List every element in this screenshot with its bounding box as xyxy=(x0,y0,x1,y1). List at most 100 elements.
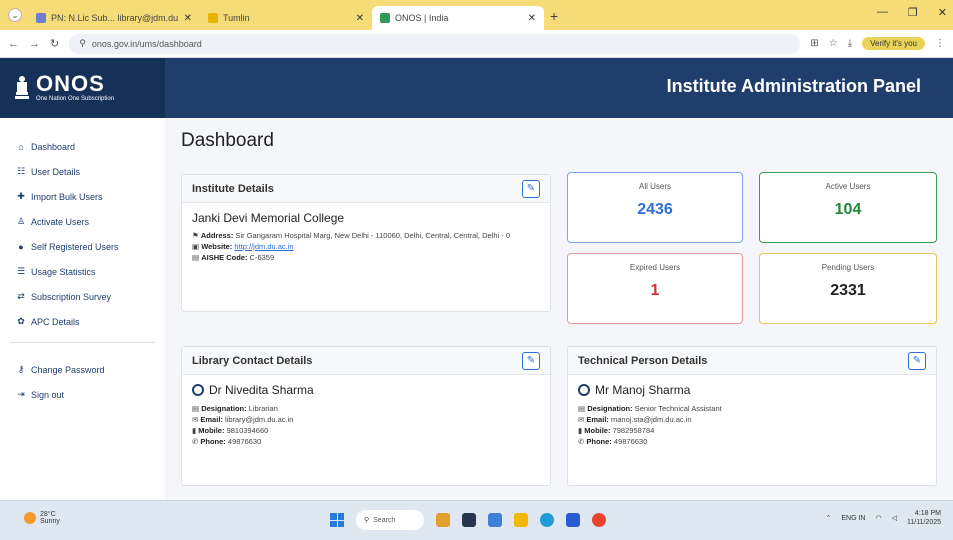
download-icon[interactable]: ⤓ xyxy=(848,38,852,49)
edit-library-contact-button[interactable]: ✎ xyxy=(522,351,540,370)
task-view-icon[interactable] xyxy=(462,513,476,527)
id-card-icon: ▤ xyxy=(578,404,586,413)
phone-icon: ✆ xyxy=(192,437,199,446)
sidebar-item-usage-statistics[interactable]: ☰ Usage Statistics xyxy=(0,259,165,284)
windows-start-icon[interactable] xyxy=(330,513,344,527)
logo[interactable]: ONOS One Nation One Subscription xyxy=(0,58,165,118)
website-link[interactable]: http://jdm.du.ac.in xyxy=(234,242,293,251)
translate-icon[interactable]: ⊞ xyxy=(810,38,818,49)
mobile-value: 9810394660 xyxy=(226,426,269,435)
designation-label: Designation: xyxy=(201,404,247,413)
stat-value: 1 xyxy=(650,282,660,299)
phone-line: ✆ Phone: 49876630 xyxy=(192,436,540,447)
designation-label: Designation: xyxy=(587,404,633,413)
card-title: Library Contact Details xyxy=(192,354,313,367)
logo-title: ONOS xyxy=(36,71,105,96)
card-header: Technical Person Details ✎ xyxy=(568,347,936,375)
edit-technical-person-button[interactable]: ✎ xyxy=(908,351,926,370)
minimize-icon[interactable]: — xyxy=(877,6,888,19)
sidebar-item-label: Import Bulk Users xyxy=(31,191,103,202)
maximize-icon[interactable]: ❐ xyxy=(908,6,918,19)
close-tab-icon[interactable]: ✕ xyxy=(184,13,192,24)
mobile-label: Mobile: xyxy=(198,426,225,435)
app-icon[interactable] xyxy=(488,513,502,527)
sidebar-item-subscription-survey[interactable]: ⇄ Subscription Survey xyxy=(0,284,165,309)
close-tab-icon[interactable]: ✕ xyxy=(528,13,536,24)
search-placeholder: Search xyxy=(373,516,396,524)
bookmark-star-icon[interactable]: ☆ xyxy=(829,38,838,49)
sidebar-item-user-details[interactable]: ☷ User Details xyxy=(0,159,165,184)
aishe-value: C-6359 xyxy=(249,253,275,262)
toolbar-right: ⊞ ☆ ⤓ Verify it's you ⋮ xyxy=(810,37,945,50)
taskbar-search[interactable]: ⚲ Search xyxy=(356,510,424,530)
sidebar-item-dashboard[interactable]: ⌂ Dashboard xyxy=(0,134,165,159)
phone-value: 49876630 xyxy=(227,437,262,446)
card-title: Technical Person Details xyxy=(578,354,708,367)
sidebar-item-self-registered-users[interactable]: ● Self Registered Users xyxy=(0,234,165,259)
browser-tab-2[interactable]: Tumlin ✕ xyxy=(200,6,372,30)
clock-date: 11/11/2025 xyxy=(907,519,941,526)
user-check-icon: ♙ xyxy=(16,216,26,226)
reload-icon[interactable]: ↻ xyxy=(50,37,59,50)
forward-icon[interactable]: → xyxy=(29,38,40,50)
email-value: manoj.sta@jdm.du.ac.in xyxy=(611,415,692,424)
sidebar-item-label: User Details xyxy=(31,166,81,177)
tab-search-icon[interactable]: ⌄ xyxy=(8,8,22,22)
stat-value: 104 xyxy=(834,201,862,218)
sidebar-item-label: Subscription Survey xyxy=(31,291,112,302)
window-controls: — ❐ ✕ xyxy=(877,6,947,19)
edit-institute-button[interactable]: ✎ xyxy=(522,179,540,198)
mobile-line: ▮ Mobile: 7982958784 xyxy=(578,425,926,436)
volume-icon[interactable]: ◁ xyxy=(892,514,897,522)
card-body: Janki Devi Memorial College ⚑ Address: S… xyxy=(182,203,550,271)
tab-favicon xyxy=(380,13,390,23)
address-bar: ← → ↻ ⚲ onos.gov.in/ums/dashboard ⊞ ☆ ⤓ … xyxy=(0,30,953,58)
sidebar-item-sign-out[interactable]: ⇥ Sign out xyxy=(0,382,165,407)
new-tab-icon[interactable]: + xyxy=(550,8,558,24)
chevron-up-icon[interactable]: ⌃ xyxy=(826,514,832,522)
profile-chip[interactable]: Verify it's you xyxy=(862,37,925,50)
site-info-icon[interactable]: ⚲ xyxy=(79,38,86,49)
url-input[interactable]: ⚲ onos.gov.in/ums/dashboard xyxy=(69,33,801,54)
back-icon[interactable]: ← xyxy=(8,38,19,50)
weather-widget[interactable]: 28°C Sunny xyxy=(24,511,60,525)
pencil-icon: ✎ xyxy=(912,355,922,366)
wifi-icon[interactable]: ◠ xyxy=(876,514,882,522)
home-icon: ⌂ xyxy=(18,141,24,152)
contact-person: Mr Manoj Sharma xyxy=(578,383,926,397)
map-marker-icon: ⚑ xyxy=(192,231,199,240)
language-indicator[interactable]: ENG IN xyxy=(841,515,865,522)
panel-title: Institute Administration Panel xyxy=(666,76,921,96)
sidebar-item-activate-users[interactable]: ♙ Activate Users xyxy=(0,209,165,234)
sidebar-item-label: Sign out xyxy=(31,389,65,400)
chrome-browser-icon[interactable] xyxy=(592,513,606,527)
envelope-icon: ✉ xyxy=(192,415,199,424)
file-explorer-icon[interactable] xyxy=(514,513,528,527)
list-icon: ☰ xyxy=(16,266,26,276)
stat-card-all-users: All Users 2436 xyxy=(567,172,743,243)
user-plus-icon: ✚ xyxy=(17,191,25,201)
sidebar-item-apc-details[interactable]: ✿ APC Details xyxy=(0,309,165,334)
stat-value: 2331 xyxy=(830,282,866,299)
contact-person: Dr Nivedita Sharma xyxy=(192,383,540,397)
sidebar-item-import-bulk-users[interactable]: ✚ Import Bulk Users xyxy=(0,184,165,209)
institute-details-card: Institute Details ✎ Janki Devi Memorial … xyxy=(181,174,551,312)
stat-card-active-users: Active Users 104 xyxy=(759,172,937,243)
sign-out-icon: ⇥ xyxy=(17,389,25,399)
email-label: Email: xyxy=(586,415,609,424)
widgets-app-icon[interactable] xyxy=(436,513,450,527)
address-value: Sir Gangaram Hospital Marg, New Delhi - … xyxy=(235,231,510,240)
browser-tab-1[interactable]: PN: N.Lic Sub... library@jdm.du.ac... ✕ xyxy=(28,6,200,30)
menu-kebab-icon[interactable]: ⋮ xyxy=(935,38,945,49)
pencil-icon: ✎ xyxy=(526,183,536,194)
email-line: ✉ Email: manoj.sta@jdm.du.ac.in xyxy=(578,414,926,425)
institute-name: Janki Devi Memorial College xyxy=(192,211,345,225)
clock[interactable]: 4:18 PM 11/11/2025 xyxy=(907,509,941,527)
browser-tab-3[interactable]: ONOS | India ✕ xyxy=(372,6,544,30)
website-line: ▣ Website: http://jdm.du.ac.in xyxy=(192,241,540,252)
store-app-icon[interactable] xyxy=(566,513,580,527)
close-window-icon[interactable]: ✕ xyxy=(938,6,947,19)
edge-browser-icon[interactable] xyxy=(540,513,554,527)
close-tab-icon[interactable]: ✕ xyxy=(356,13,364,24)
sidebar-item-change-password[interactable]: ⚷ Change Password xyxy=(0,357,165,382)
